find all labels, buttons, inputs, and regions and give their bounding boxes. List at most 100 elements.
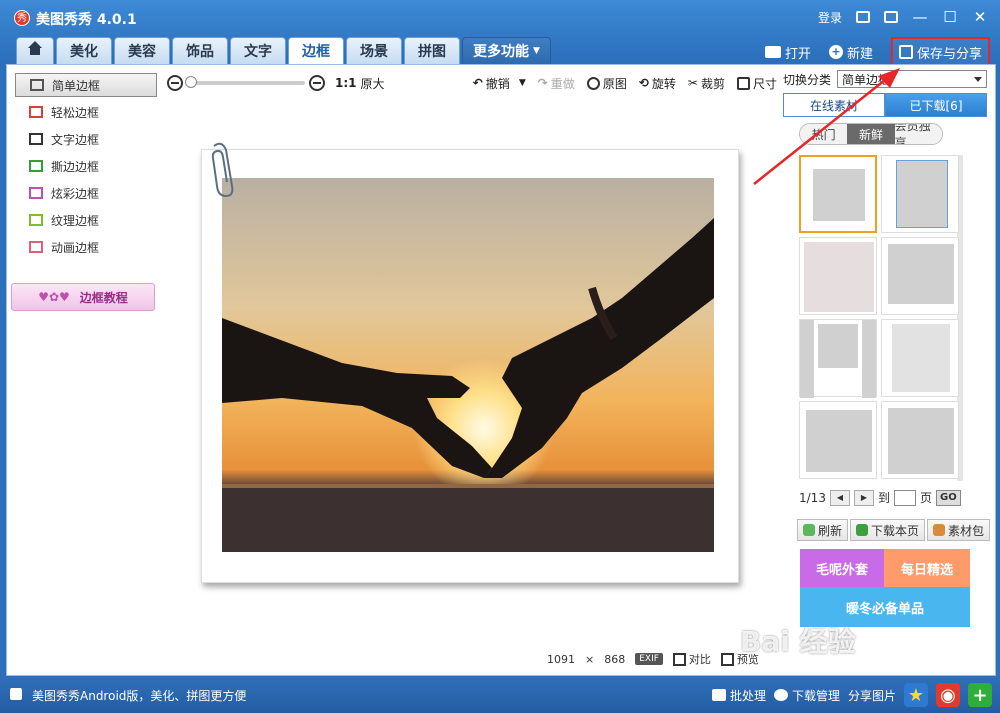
sidebar-item-label: 炫彩边框 bbox=[51, 186, 100, 201]
material-pager: 1/13 ◀ ▶ 到 页 GO bbox=[799, 489, 961, 506]
animated-frame-icon bbox=[29, 241, 43, 253]
new-button[interactable]: + 新建 bbox=[828, 39, 873, 66]
original-image-button[interactable]: 原图 bbox=[586, 75, 627, 92]
frame-thumbnail[interactable] bbox=[799, 401, 877, 479]
tab-scene[interactable]: 场景 bbox=[346, 37, 402, 64]
save-share-button[interactable]: 保存与分享 bbox=[890, 37, 990, 67]
close-icon[interactable]: ✕ bbox=[972, 8, 988, 26]
original-size-button[interactable]: 原大 bbox=[361, 75, 385, 92]
undo-button[interactable]: ↶ 撤销 ▼ bbox=[473, 75, 526, 92]
sidebar-item-animated-frame[interactable]: 动画边框 bbox=[15, 235, 157, 259]
sidebar-item-text-frame[interactable]: 文字边框 bbox=[15, 127, 157, 151]
frame-thumbnail[interactable] bbox=[799, 319, 877, 398]
settings-icon[interactable] bbox=[884, 11, 898, 23]
sidebar-item-colorful-frame[interactable]: 炫彩边框 bbox=[15, 181, 157, 205]
prev-page-button[interactable]: ◀ bbox=[829, 489, 850, 506]
tab-accessories[interactable]: 饰品 bbox=[172, 37, 228, 64]
open-button[interactable]: 打开 bbox=[764, 39, 811, 66]
redo-button[interactable]: ↷ 重做 bbox=[538, 75, 575, 92]
resize-button[interactable]: 尺寸 bbox=[736, 75, 777, 92]
zoom-in-icon[interactable] bbox=[309, 75, 325, 91]
download-icon bbox=[856, 524, 869, 536]
exif-button[interactable]: EXIF bbox=[635, 653, 663, 665]
announcement-text[interactable]: 美图秀秀Android版，美化、拼图更方便 bbox=[32, 687, 246, 704]
sidebar-item-easy-frame[interactable]: 轻松边框 bbox=[15, 100, 157, 124]
compare-button[interactable]: 对比 bbox=[672, 651, 711, 667]
tab-text[interactable]: 文字 bbox=[230, 37, 286, 64]
sidebar-item-simple-frame[interactable]: 简单边框 bbox=[15, 73, 157, 97]
tab-beauty[interactable]: 美容 bbox=[114, 37, 170, 64]
page-indicator: 1/13 bbox=[799, 490, 826, 505]
canvas-area[interactable] bbox=[163, 99, 781, 641]
sidebar-item-label: 纹理边框 bbox=[51, 213, 100, 228]
chevron-down-icon: ▼ bbox=[533, 46, 540, 56]
frame-thumbnail[interactable] bbox=[799, 237, 877, 315]
tab-frame[interactable]: 边框 bbox=[288, 37, 344, 64]
zoom-out-icon[interactable] bbox=[167, 75, 183, 91]
promo-item[interactable]: 毛呢外套 bbox=[800, 549, 884, 587]
frame-tutorial-button[interactable]: ♥✿♥ 边框教程 bbox=[11, 283, 155, 311]
colorful-frame-icon bbox=[29, 187, 43, 199]
minimize-icon[interactable]: — bbox=[912, 8, 928, 26]
preview-icon bbox=[720, 652, 734, 666]
tab-online-materials[interactable]: 在线素材 bbox=[783, 93, 885, 117]
material-tabs: 在线素材 已下载[6] bbox=[783, 93, 987, 117]
undo-dropdown-icon[interactable]: ▼ bbox=[519, 78, 526, 88]
rotate-button[interactable]: ⟲ 旋转 bbox=[639, 75, 676, 92]
tab-collage[interactable]: 拼图 bbox=[404, 37, 460, 64]
sub-tab-new[interactable]: 新鲜 bbox=[847, 124, 895, 144]
undo-icon: ↶ bbox=[472, 76, 483, 90]
sub-tab-vip[interactable]: 会员独享 bbox=[894, 124, 942, 144]
download-page-button[interactable]: 下载本页 bbox=[850, 519, 926, 541]
go-button[interactable]: GO bbox=[935, 489, 961, 506]
refresh-button[interactable]: 刷新 bbox=[797, 519, 849, 541]
page-number-input[interactable] bbox=[893, 489, 916, 506]
original-image-label: 原图 bbox=[602, 76, 627, 91]
image-height: 868 bbox=[604, 652, 626, 666]
category-select[interactable]: 简单边框 bbox=[837, 70, 988, 88]
promo-item[interactable]: 每日精选 bbox=[884, 549, 970, 587]
add-icon[interactable]: + bbox=[968, 683, 992, 707]
star-icon[interactable]: ★ bbox=[904, 683, 928, 707]
batch-label: 批处理 bbox=[729, 688, 766, 703]
frame-thumbnail[interactable] bbox=[881, 319, 959, 397]
sidebar-item-label: 轻松边框 bbox=[51, 105, 100, 120]
material-package-button[interactable]: 素材包 bbox=[927, 519, 991, 541]
tab-home[interactable] bbox=[16, 37, 54, 64]
download-page-label: 下载本页 bbox=[871, 523, 920, 538]
zoom-slider-knob[interactable] bbox=[185, 76, 197, 88]
material-package-label: 素材包 bbox=[948, 523, 985, 538]
batch-process-button[interactable]: 批处理 bbox=[711, 687, 766, 704]
original-image-icon bbox=[586, 76, 600, 90]
tab-downloaded[interactable]: 已下载[6] bbox=[885, 93, 987, 117]
frame-category-sidebar: 简单边框 轻松边框 文字边框 撕边边框 炫彩边框 纹理边框 动画边框 ♥✿♥ 边… bbox=[7, 65, 163, 675]
frame-thumbnail[interactable] bbox=[799, 155, 877, 233]
share-picture-button[interactable]: 分享图片 bbox=[848, 687, 896, 704]
photo-image bbox=[222, 178, 714, 552]
crop-button[interactable]: ✂ 裁剪 bbox=[688, 75, 725, 92]
refresh-icon bbox=[803, 524, 815, 536]
login-link[interactable]: 登录 bbox=[818, 9, 842, 26]
maximize-icon[interactable]: ☐ bbox=[942, 8, 958, 26]
main-tabs: 美化 美容 饰品 文字 边框 场景 拼图 更多功能 ▼ bbox=[16, 37, 551, 64]
zoom-slider[interactable] bbox=[185, 76, 305, 88]
bottom-actions: 批处理 下载管理 分享图片 ★ ◉ + bbox=[711, 681, 992, 709]
frame-thumbnail[interactable] bbox=[881, 237, 959, 315]
feedback-icon[interactable] bbox=[856, 11, 870, 23]
sub-tab-hot[interactable]: 热门 bbox=[800, 124, 848, 144]
sidebar-item-torn-frame[interactable]: 撕边边框 bbox=[15, 154, 157, 178]
download-manager-button[interactable]: 下载管理 bbox=[773, 687, 840, 704]
tab-more-features[interactable]: 更多功能 ▼ bbox=[462, 37, 551, 64]
sidebar-item-label: 文字边框 bbox=[51, 132, 100, 147]
next-page-button[interactable]: ▶ bbox=[853, 489, 874, 506]
weibo-icon[interactable]: ◉ bbox=[936, 683, 960, 707]
tab-beautify[interactable]: 美化 bbox=[56, 37, 112, 64]
sidebar-item-texture-frame[interactable]: 纹理边框 bbox=[15, 208, 157, 232]
actual-size-ratio[interactable]: 1:1 bbox=[335, 76, 357, 90]
promo-banner[interactable]: 毛呢外套 每日精选 暖冬必备单品 bbox=[800, 549, 970, 627]
main-panel: 简单边框 轻松边框 文字边框 撕边边框 炫彩边框 纹理边框 动画边框 ♥✿♥ 边… bbox=[6, 64, 996, 676]
frame-thumbnail[interactable] bbox=[881, 155, 959, 233]
framed-photo[interactable] bbox=[201, 142, 739, 583]
frame-thumbnail[interactable] bbox=[881, 401, 959, 479]
sidebar-item-label: 撕边边框 bbox=[51, 159, 100, 174]
